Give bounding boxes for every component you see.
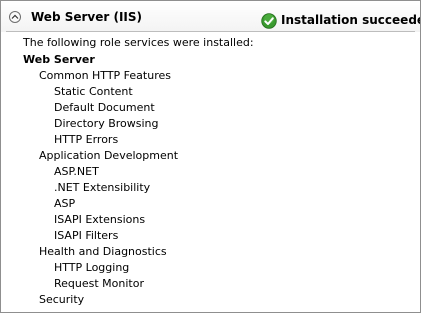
service-item: ASP.NET [54, 165, 99, 178]
service-item: .NET Extensibility [54, 181, 151, 194]
service-item: ISAPI Filters [54, 229, 119, 242]
service-item: Default Document [54, 101, 155, 114]
results-panel: Web Server (IIS) Installation succeeded … [0, 0, 421, 313]
section-title: Web Server (IIS) [31, 10, 143, 24]
installation-status: Installation succeeded [281, 13, 421, 27]
header-divider [6, 31, 415, 32]
intro-text: The following role services were install… [23, 36, 254, 49]
success-check-icon [261, 13, 277, 29]
service-item: ASP [54, 197, 76, 210]
group-security: Security [39, 293, 85, 306]
group-application-development: Application Development [39, 149, 179, 162]
collapse-chevron-up-icon[interactable] [9, 11, 21, 23]
service-item: HTTP Logging [54, 261, 130, 274]
role-name: Web Server [23, 53, 95, 66]
service-item: Directory Browsing [54, 117, 159, 130]
service-item: HTTP Errors [54, 133, 119, 146]
service-item: Static Content [54, 85, 133, 98]
group-health-and-diagnostics: Health and Diagnostics [39, 245, 167, 258]
service-item: ISAPI Extensions [54, 213, 146, 226]
group-common-http-features: Common HTTP Features [39, 69, 171, 82]
service-item: Request Monitor [54, 277, 144, 290]
section-header: Web Server (IIS) Installation succeeded [1, 1, 420, 32]
